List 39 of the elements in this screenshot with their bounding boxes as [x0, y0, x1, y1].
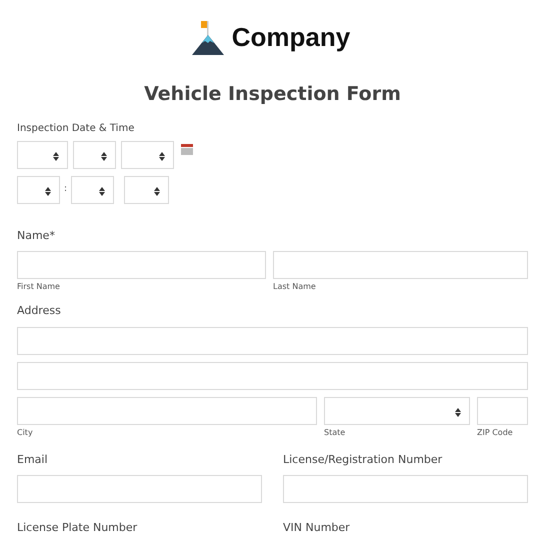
updown-icon	[455, 408, 461, 416]
select-field[interactable]	[124, 176, 170, 204]
select-field[interactable]	[17, 176, 60, 204]
text-field[interactable]	[17, 475, 262, 503]
field-sublabel: ZIP Code	[477, 426, 514, 438]
address-line-field[interactable]	[17, 326, 528, 354]
updown-icon	[154, 186, 160, 196]
field-label: License Plate Number	[17, 520, 138, 536]
updown-icon	[101, 152, 107, 160]
time-separator: :	[64, 182, 68, 196]
select-field[interactable]	[324, 396, 470, 424]
field-sublabel: First Name	[17, 281, 61, 293]
company-logo-text: Company	[232, 21, 350, 54]
updown-icon	[99, 186, 106, 196]
field-label: License/Registration Number	[283, 452, 444, 468]
select-field[interactable]	[17, 140, 68, 168]
form-title: Vehicle Inspection Form	[143, 82, 402, 107]
field-label: Address	[17, 303, 62, 319]
updown-icon	[159, 152, 165, 160]
city-field[interactable]	[17, 396, 317, 424]
updown-icon	[45, 186, 51, 196]
field-label: Name*	[17, 228, 56, 244]
mountain-flag-logo-icon	[192, 20, 226, 54]
select-field[interactable]	[121, 140, 174, 168]
first-name-field[interactable]	[17, 251, 266, 279]
field-sublabel: State	[324, 426, 346, 438]
field-sublabel: Last Name	[273, 281, 317, 293]
address-line-field[interactable]	[17, 362, 528, 390]
select-field[interactable]	[73, 140, 116, 168]
zip-code-field[interactable]	[477, 396, 528, 424]
last-name-field[interactable]	[273, 251, 528, 279]
calendar-icon	[181, 144, 193, 154]
field-label: Inspection Date & Time	[17, 122, 136, 136]
text-field[interactable]	[283, 475, 528, 503]
field-sublabel: City	[17, 426, 34, 438]
select-field[interactable]	[71, 176, 114, 204]
field-label: Email	[17, 452, 49, 468]
updown-icon	[53, 152, 59, 160]
field-label: VIN Number	[283, 520, 351, 536]
